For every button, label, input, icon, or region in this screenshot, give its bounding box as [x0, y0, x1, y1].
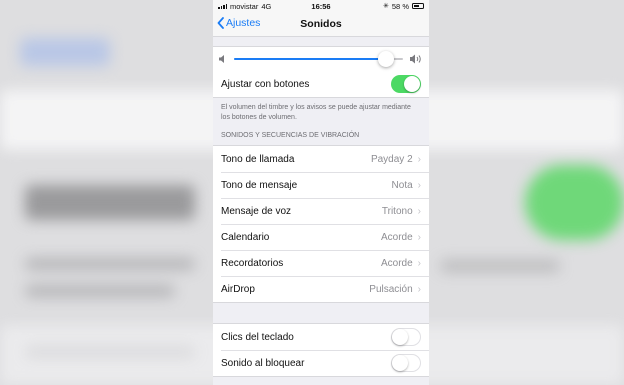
sound-row-label: AirDrop [221, 283, 255, 295]
keyboard-clicks-label: Clics del teclado [221, 331, 294, 343]
adjust-with-buttons-toggle[interactable] [391, 75, 421, 93]
status-bar: movistar 4G 16:56 ✳ 58 % [213, 0, 429, 12]
volume-slider-knob[interactable] [378, 51, 395, 67]
sounds-list: Tono de llamada Payday 2 › Tono de mensa… [213, 145, 429, 303]
sound-row-voicemail[interactable]: Mensaje de voz Tritono › [213, 198, 429, 224]
system-sounds-group: Clics del teclado Sonido al bloquear [213, 323, 429, 377]
sound-row-calendar[interactable]: Calendario Acorde › [213, 224, 429, 250]
navigation-bar: Ajustes Sonidos [213, 12, 429, 37]
bluetooth-icon: ✳ [383, 3, 389, 10]
page-title: Sonidos [300, 18, 342, 30]
sound-row-airdrop[interactable]: AirDrop Pulsación › [213, 276, 429, 302]
battery-icon [412, 3, 424, 9]
keyboard-clicks-toggle[interactable] [391, 328, 421, 346]
sound-row-value: Pulsación [369, 283, 413, 295]
sound-row-label: Recordatorios [221, 257, 284, 269]
keyboard-clicks-row: Clics del teclado [213, 324, 429, 350]
sound-row-reminders[interactable]: Recordatorios Acorde › [213, 250, 429, 276]
chevron-right-icon: › [417, 205, 421, 217]
sound-row-label: Tono de llamada [221, 153, 295, 165]
network-type: 4G [261, 1, 272, 11]
adjust-with-buttons-label: Ajustar con botones [221, 78, 310, 90]
battery-percent: 58 % [391, 1, 409, 11]
status-time: 16:56 [311, 1, 331, 11]
volume-low-icon [219, 55, 224, 63]
sound-row-ringtone[interactable]: Tono de llamada Payday 2 › [213, 146, 429, 172]
sound-row-value: Nota [391, 179, 413, 191]
volume-slider-fill [234, 58, 387, 60]
chevron-right-icon: › [417, 283, 421, 295]
volume-high-icon [410, 54, 421, 64]
volume-slider-row [213, 47, 429, 71]
chevron-right-icon: › [417, 257, 421, 269]
volume-slider[interactable] [234, 51, 403, 67]
sound-row-value: Acorde [380, 231, 413, 243]
signal-icon [218, 3, 227, 9]
back-button[interactable]: Ajustes [217, 17, 260, 29]
volume-note: El volumen del timbre y los avisos se pu… [221, 104, 411, 121]
lock-sound-row: Sonido al bloquear [213, 350, 429, 376]
lock-sound-toggle[interactable] [391, 354, 421, 372]
sound-row-label: Calendario [221, 231, 270, 243]
chevron-left-icon [217, 17, 224, 29]
sound-row-text-tone[interactable]: Tono de mensaje Nota › [213, 172, 429, 198]
phone-screen: movistar 4G 16:56 ✳ 58 % Ajustes Sonidos [213, 0, 429, 385]
chevron-right-icon: › [417, 153, 421, 165]
chevron-right-icon: › [417, 179, 421, 191]
back-label: Ajustes [226, 17, 261, 29]
volume-group: Ajustar con botones [213, 46, 429, 98]
adjust-with-buttons-row: Ajustar con botones [213, 71, 429, 97]
sounds-section-header: SONIDOS Y SECUENCIAS DE VIBRACIÓN [221, 132, 360, 139]
sound-row-value: Tritono [381, 205, 413, 217]
sound-row-value: Payday 2 [370, 153, 413, 165]
sound-row-label: Mensaje de voz [221, 205, 292, 217]
carrier-name: movistar [230, 1, 259, 11]
chevron-right-icon: › [417, 231, 421, 243]
sound-row-label: Tono de mensaje [221, 179, 298, 191]
sound-row-value: Acorde [380, 257, 413, 269]
lock-sound-label: Sonido al bloquear [221, 357, 305, 369]
